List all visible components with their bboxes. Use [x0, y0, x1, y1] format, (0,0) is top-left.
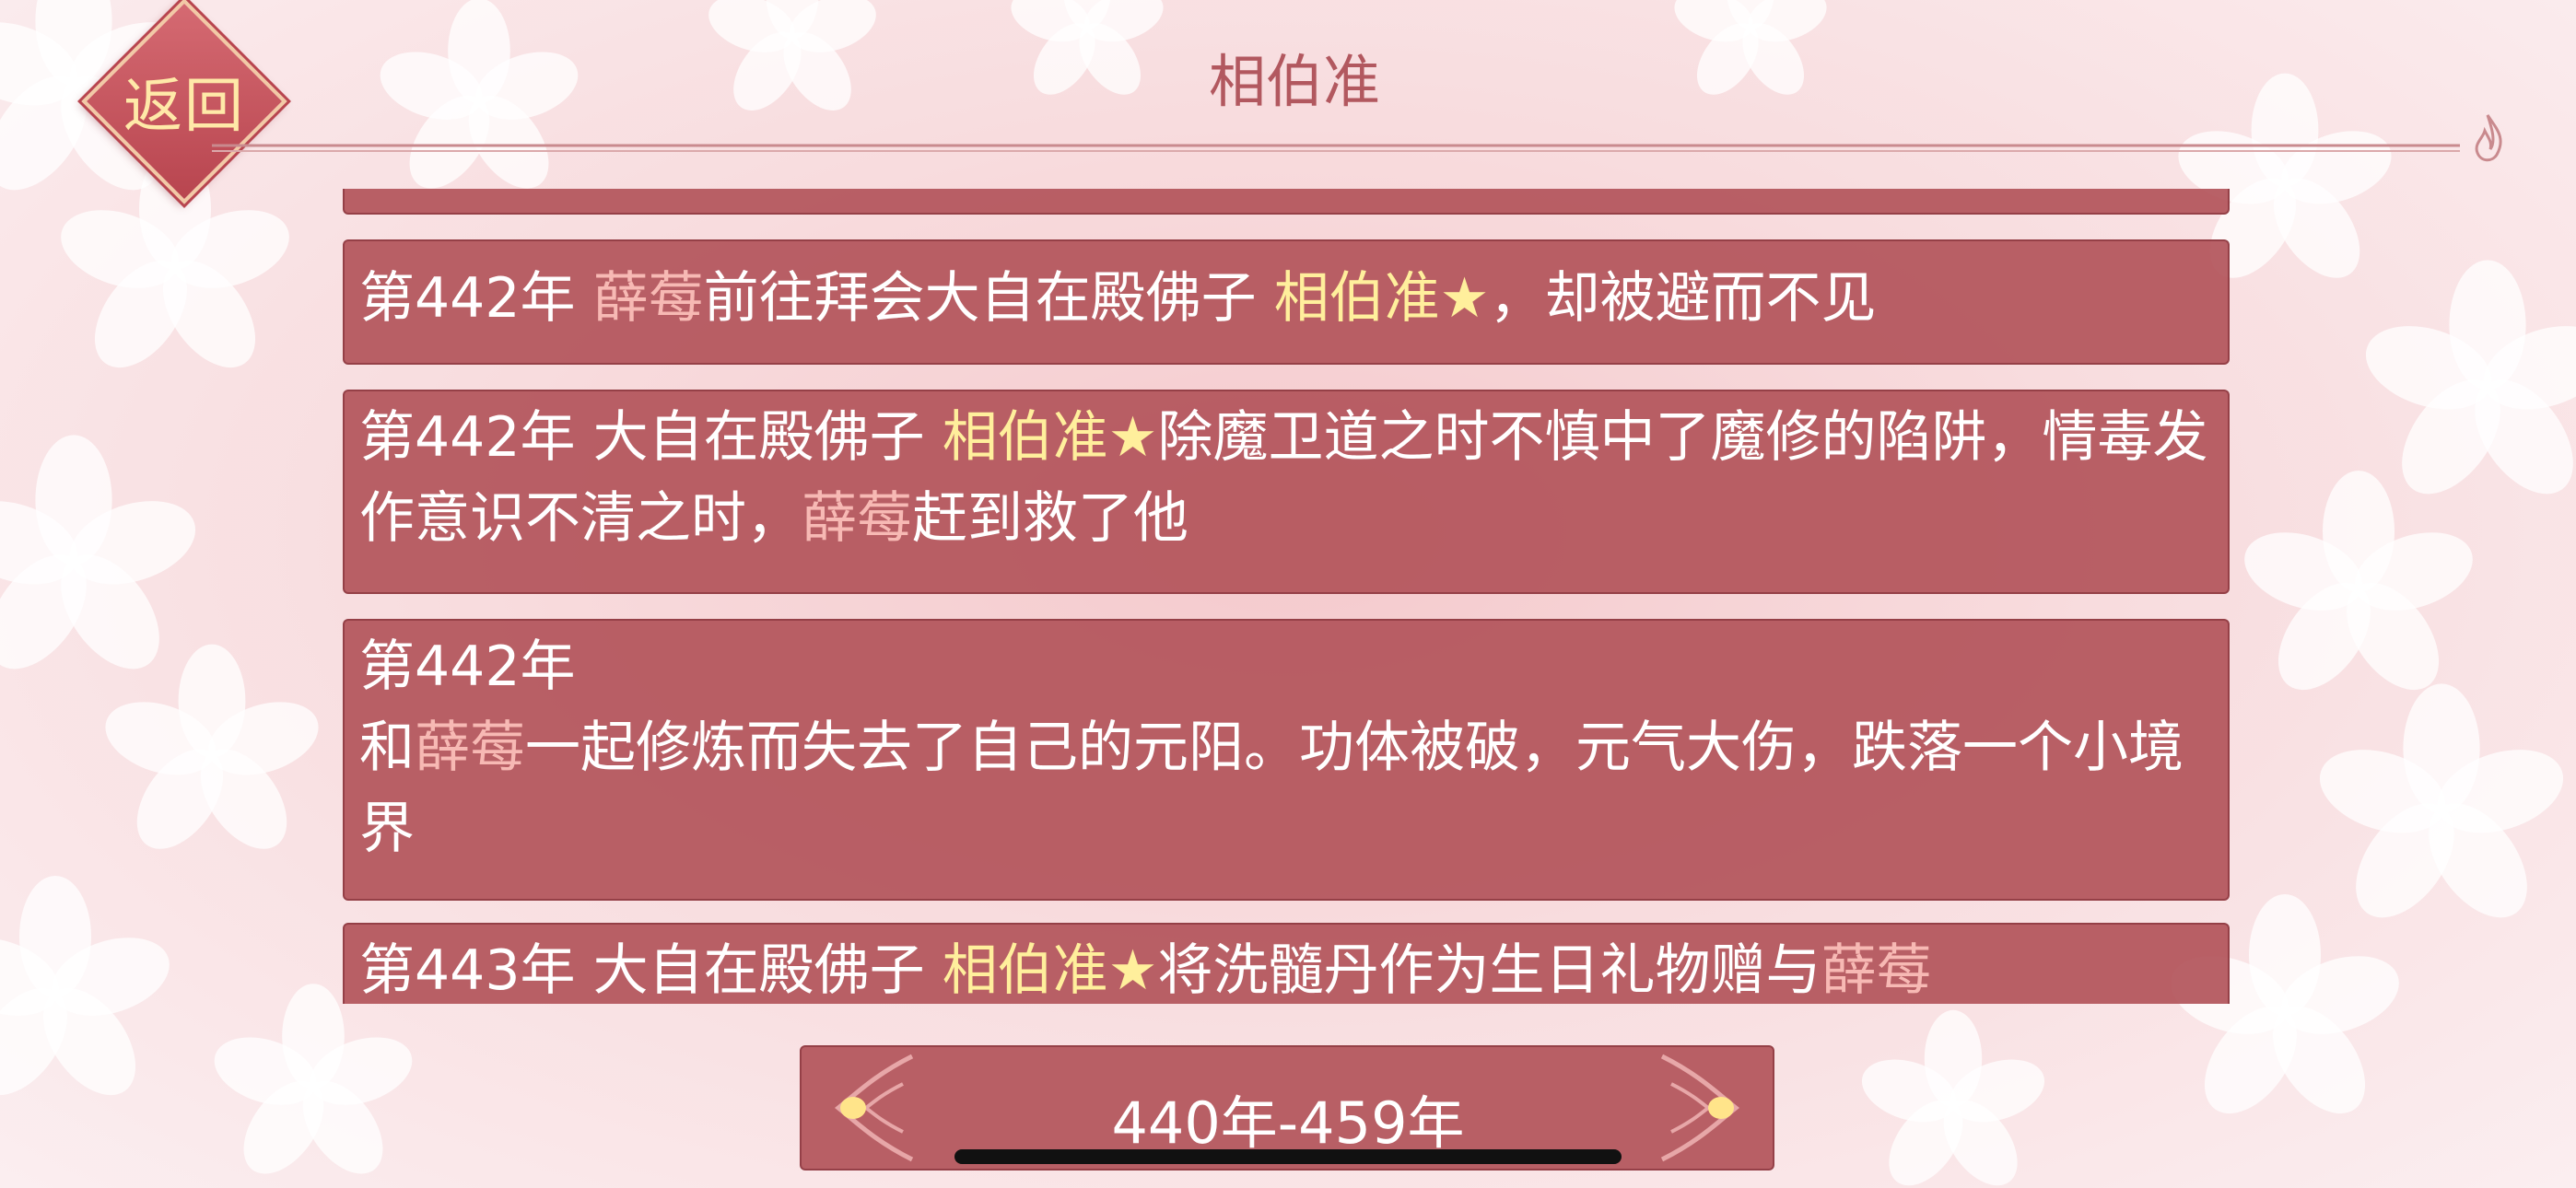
mc-name: 薛莓	[802, 486, 912, 551]
entry-text: ，却被避而不见	[1489, 266, 1877, 331]
entry-year: 第442年	[359, 405, 576, 470]
mc-name: 薛莓	[592, 266, 704, 331]
mc-name: 薛莓	[1821, 938, 1932, 1003]
prev-page-arrow-icon[interactable]	[820, 1047, 931, 1169]
next-page-arrow-icon[interactable]	[1644, 1047, 1754, 1169]
header-divider	[212, 144, 2460, 152]
list-item[interactable]: 第442年 和薛莓一起修炼而失去了自己的元阳。功体被破，元气大伤，跌落一个小境界	[343, 619, 2230, 901]
page-title: 相伯准	[1208, 48, 1380, 115]
mc-name: 薛莓	[415, 716, 525, 780]
entry-year: 第443年	[359, 938, 576, 1003]
entry-year: 第442年	[359, 635, 576, 699]
home-indicator[interactable]	[954, 1149, 1622, 1164]
character-name: 相伯准★	[942, 405, 1158, 470]
character-name: 相伯准★	[942, 938, 1158, 1003]
entry-body: 和薛莓一起修炼而失去了自己的元阳。功体被破，元气大伤，跌落一个小境界	[359, 707, 2213, 869]
flame-ornament-icon	[2475, 114, 2502, 162]
entry-text: 将洗髓丹作为生日礼物赠与	[1157, 938, 1821, 1003]
entry-text: 赶到救了他	[912, 486, 1188, 551]
back-button-label: 返回	[123, 73, 245, 141]
year-range-label: 440年-459年	[1111, 1089, 1465, 1157]
entry-text: 一起修炼而失去了自己的元阳。功体被破，元气大伤，跌落一个小境界	[359, 716, 2184, 861]
back-button[interactable]: 返回	[77, 0, 291, 208]
entry-year: 第442年	[359, 266, 576, 331]
list-item-partial	[343, 189, 2230, 215]
entry-text: 大自在殿佛子	[592, 938, 943, 1003]
list-item[interactable]: 第443年 大自在殿佛子 相伯准★将洗髓丹作为生日礼物赠与薛莓	[343, 923, 2230, 1004]
list-item[interactable]: 第442年 大自在殿佛子 相伯准★除魔卫道之时不慎中了魔修的陷阱，情毒发作意识不…	[343, 390, 2230, 594]
entry-text: 前往拜会大自在殿佛子	[703, 266, 1274, 331]
list-item[interactable]: 第442年 薛莓前往拜会大自在殿佛子 相伯准★，却被避而不见	[343, 239, 2230, 365]
entry-text: 大自在殿佛子	[592, 405, 943, 470]
event-log-list[interactable]: 第442年 薛莓前往拜会大自在殿佛子 相伯准★，却被避而不见 第442年 大自在…	[343, 189, 2233, 1004]
character-name: 相伯准★	[1273, 266, 1490, 331]
entry-text: 和	[359, 716, 415, 780]
